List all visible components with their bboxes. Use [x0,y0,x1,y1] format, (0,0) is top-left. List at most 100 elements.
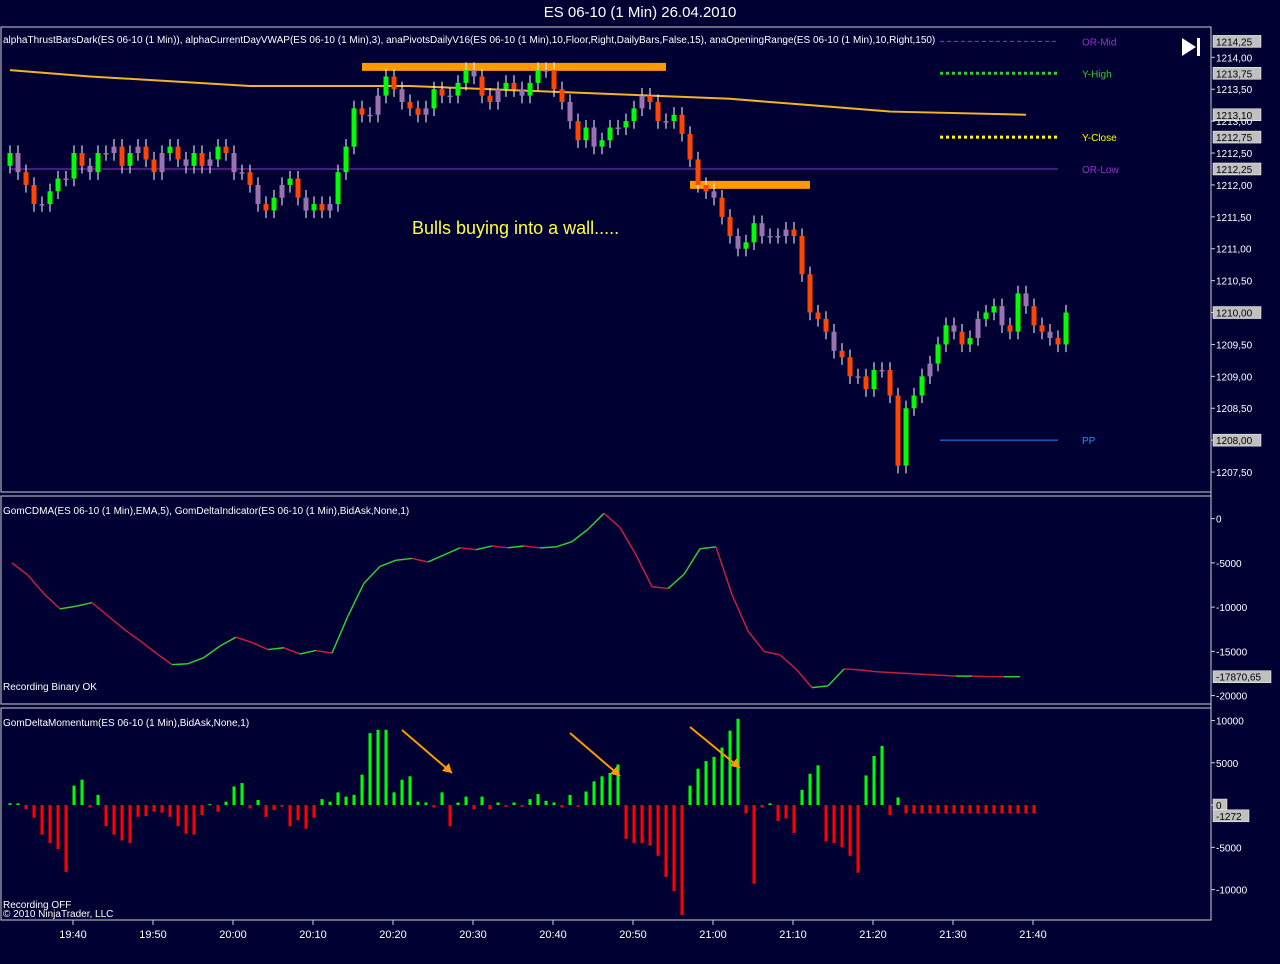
candle-body [279,184,285,198]
cdma-line-segment [251,641,269,651]
candle-body [719,197,725,217]
candle-body [159,153,165,173]
momentum-bar [400,779,404,806]
momentum-bar [176,805,180,827]
momentum-bar [112,805,116,835]
cdma-line-segment [507,545,525,549]
cdma-line-segment [635,554,653,588]
momentum-bar [360,774,364,806]
candle-body [383,76,389,96]
candle-body [1039,325,1045,332]
momentum-chart-layer [8,718,1036,915]
momentum-bar [80,779,84,806]
candle-body [1031,306,1037,326]
momentum-bar [520,805,524,807]
cdma-line-segment [587,512,605,530]
cdma-line-segment [555,540,573,548]
cdma-line-segment [539,546,557,549]
cdma-line-segment [715,546,733,595]
candle-body [455,82,461,96]
annotation-arrow [401,729,453,774]
price-indicator-line: alphaThrustBarsDark(ES 06-10 (1 Min)), a… [3,35,935,46]
cdma-line-segment [219,636,237,647]
momentum-panel [0,707,1212,921]
candle-body [919,376,925,396]
vwap-line [9,69,1027,116]
candle-body [183,159,189,166]
candle-body [999,306,1005,326]
candle-body [663,121,669,123]
chart-canvas[interactable]: OR-Mid Y-High Y-Close OR-Low PP 1214,00 1213,… [0,0,1280,964]
candle-body [15,153,21,173]
candle-body [895,395,901,466]
cdma-line-segment [939,674,957,677]
candle-body [711,191,717,198]
momentum-bar [808,773,812,806]
momentum-bar [592,781,596,806]
candle-body [303,197,309,211]
candle-body [327,204,333,211]
momentum-bar [816,765,820,806]
momentum-bar [16,803,20,806]
price-tick-label: 1212,00 [1216,181,1253,192]
momentum-bar [208,804,212,806]
momentum-bar [440,792,444,806]
cdma-tick-label: -20000 [1216,692,1248,703]
cdma-line-segment [523,545,541,549]
candle-body [959,331,965,345]
momentum-bar [32,805,36,818]
cdma-line-segment [395,557,413,561]
momentum-bar [640,805,644,844]
momentum-bar [56,805,60,850]
level-label: Y-High [1082,69,1112,80]
candle-body [351,108,357,147]
candle-body [87,165,93,173]
time-tick-label: 21:00 [699,929,727,941]
cdma-line-segment [907,672,925,676]
momentum-bar [168,805,172,817]
cdma-line-segment [891,671,909,675]
momentum-bar [664,805,668,877]
candle-body [343,146,349,173]
momentum-bar [328,801,332,806]
candle-body [639,95,645,109]
candle-body [783,229,789,236]
cdma-line-segment [619,527,637,556]
candle-body [647,95,653,102]
momentum-bar [264,805,268,817]
momentum-bar [696,768,700,806]
candle-body [631,108,637,122]
cdma-line-segment [43,593,61,610]
price-tick-label: 1210,50 [1216,277,1253,288]
momentum-bar [1016,805,1020,814]
time-tick-label: 20:20 [379,929,407,941]
momentum-bar [608,772,612,806]
momentum-bar [392,792,396,806]
cdma-line-segment [795,668,813,689]
momentum-bar [800,789,804,806]
time-tick-label: 21:40 [1019,929,1047,941]
cdma-line-segment [491,545,509,549]
level-label: OR-Low [1082,165,1119,176]
momentum-bar [64,805,68,872]
momentum-bar [576,805,580,807]
candle-body [399,89,405,102]
momentum-value-tag-text: -1272 [1216,812,1242,823]
candle-body [191,153,197,166]
cdma-chart-layer [11,512,1020,689]
momentum-bar [160,805,164,813]
candle-body [735,235,741,249]
candle-body [599,140,605,147]
momentum-bar [952,805,956,814]
cdma-line-segment [139,640,157,654]
price-tick-label: 1207,50 [1216,468,1253,479]
cdma-line-segment [843,668,861,671]
price-tick-label: 1211,00 [1216,245,1252,256]
time-tick-label: 19:40 [59,929,87,941]
momentum-bar [200,805,204,816]
momentum-bar [864,775,868,806]
momentum-bar [184,805,188,834]
momentum-bar [24,805,28,810]
price-tick-label: 1214,00 [1216,53,1253,64]
skip-to-end-icon[interactable] [1182,38,1200,56]
